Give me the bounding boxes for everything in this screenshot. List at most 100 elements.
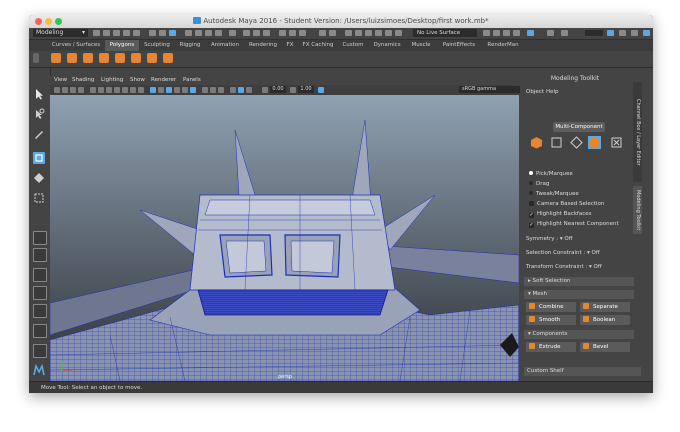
graph-layout-icon[interactable] (33, 304, 47, 318)
poly-plane-icon[interactable] (131, 53, 141, 63)
motion-blur-icon[interactable] (210, 87, 216, 93)
modeling-toolkit-tab[interactable]: Modeling Toolkit (633, 186, 642, 234)
shelf-tab-fx-caching[interactable]: FX Caching (299, 40, 337, 51)
ipr-render-icon[interactable] (289, 30, 296, 36)
gamma-field[interactable]: 1.00 (298, 86, 314, 93)
components-section[interactable]: ▾ Components (524, 330, 634, 339)
tool-settings-icon[interactable] (503, 30, 510, 36)
multi-component-button[interactable]: Multi-Component (553, 122, 605, 132)
custom-shelf-bar[interactable]: Custom Shelf (524, 367, 641, 376)
panel-menu-panels[interactable]: Panels (183, 76, 201, 85)
color-management-icon[interactable] (318, 87, 324, 93)
hypershade-layout-icon[interactable] (33, 344, 47, 358)
modeling-toolkit-icon[interactable] (527, 30, 534, 36)
exposure-field[interactable]: 0.00 (270, 86, 286, 93)
render-frame-icon[interactable] (279, 30, 286, 36)
layout-icon[interactable] (607, 30, 614, 36)
select-component-icon[interactable] (169, 30, 176, 36)
drag-radio[interactable]: Drag (529, 181, 549, 187)
symmetry-icon[interactable] (345, 30, 352, 36)
render-view-icon[interactable] (329, 30, 336, 36)
new-scene-icon[interactable] (103, 30, 110, 36)
toolkit-menu-help[interactable]: Help (546, 89, 559, 95)
shelf-tab-polygons[interactable]: Polygons (105, 40, 139, 51)
menu-set-selector[interactable]: Modeling ▾ (33, 29, 88, 37)
smooth-shade-icon[interactable] (158, 87, 164, 93)
anti-aliasing-icon[interactable] (218, 87, 224, 93)
four-pane-layout-icon[interactable] (33, 248, 47, 262)
uv-mode-icon[interactable] (610, 136, 623, 149)
smooth-button[interactable]: Smooth (526, 315, 576, 325)
exposure-icon[interactable] (262, 87, 268, 93)
redo-icon[interactable] (133, 30, 140, 36)
mesh-section[interactable]: ▾ Mesh (524, 290, 634, 299)
folder-icon[interactable] (93, 30, 100, 36)
render-settings-icon[interactable] (299, 30, 306, 36)
coordinate-field[interactable] (585, 30, 603, 36)
shadows-icon[interactable] (190, 87, 196, 93)
panel-menu-renderer[interactable]: Renderer (151, 76, 176, 85)
reflect-icon[interactable] (365, 30, 372, 36)
symmetry-option[interactable]: Symmetry : ▾ Off (526, 236, 573, 242)
quick-rig-icon[interactable] (547, 30, 554, 36)
xray-joints-icon[interactable] (246, 87, 252, 93)
shelf-tab-renderman[interactable]: RenderMan (483, 40, 523, 51)
lights-icon[interactable] (182, 87, 188, 93)
camera-attributes-icon[interactable] (62, 87, 68, 93)
image-plane-icon[interactable] (78, 87, 84, 93)
toolkit-menu-object[interactable]: Object (526, 89, 544, 95)
undo-icon[interactable] (123, 30, 130, 36)
sidebar-toggle-icon[interactable] (483, 30, 490, 36)
snap-view-icon[interactable] (215, 30, 222, 36)
hypershade-icon[interactable] (319, 30, 326, 36)
lasso-tool-icon[interactable] (33, 108, 45, 120)
shelf-tab-curves-surfaces[interactable]: Curves / Surfaces (49, 40, 103, 51)
edge-mode-icon[interactable] (570, 136, 583, 149)
highlight-backfaces-checkbox[interactable]: ✓ Highlight Backfaces (529, 211, 592, 218)
shelf-tab-painteffects[interactable]: PaintEffects (437, 40, 481, 51)
panel-menu-show[interactable]: Show (130, 76, 145, 85)
camera-based-selection-checkbox[interactable]: Camera Based Selection (529, 201, 604, 207)
poly-cone-icon[interactable] (99, 53, 109, 63)
select-hierarchy-icon[interactable] (149, 30, 156, 36)
bevel-button[interactable]: Bevel (580, 342, 630, 352)
safe-title-icon[interactable] (138, 87, 144, 93)
history-icon[interactable] (243, 30, 250, 36)
panel-menu-lighting[interactable]: Lighting (101, 76, 123, 85)
workspace-icon[interactable] (643, 30, 650, 36)
snap-curve-icon[interactable] (195, 30, 202, 36)
vertex-mode-icon[interactable] (550, 136, 563, 149)
rotate-tool-icon[interactable] (33, 172, 45, 184)
attribute-editor-icon[interactable] (493, 30, 500, 36)
outliner-layout-icon[interactable] (33, 286, 47, 300)
shelf-tab-custom[interactable]: Custom (339, 40, 367, 51)
select-tool-icon[interactable] (33, 88, 45, 100)
selection-constraint-option[interactable]: Selection Constraint : ▾ Off (526, 250, 600, 256)
wireframe-on-shaded-icon[interactable] (166, 87, 172, 93)
gamma-icon[interactable] (290, 87, 296, 93)
select-object-icon[interactable] (159, 30, 166, 36)
camera-select-icon[interactable] (54, 87, 60, 93)
object-mode-icon[interactable] (530, 136, 543, 149)
shelf-tab-sculpting[interactable]: Sculpting (141, 40, 173, 51)
face-mode-icon[interactable] (588, 136, 601, 149)
extrude-button[interactable]: Extrude (526, 342, 576, 352)
shelf-tab-fx[interactable]: FX (283, 40, 297, 51)
channel-box-tab[interactable]: Channel Box / Layer Editor (633, 82, 642, 182)
shelf-tab-muscle[interactable]: Muscle (407, 40, 435, 51)
soft-selection-section[interactable]: ▸ Soft Selection (524, 277, 634, 286)
magnet-icon[interactable] (375, 30, 382, 36)
shelf-tab-animation[interactable]: Animation (207, 40, 243, 51)
transform-constraint-option[interactable]: Transform Constraint : ▾ Off (526, 264, 602, 270)
two-pane-layout-icon[interactable] (33, 268, 47, 282)
construction-history-icon[interactable] (263, 30, 270, 36)
safe-action-icon[interactable] (130, 87, 136, 93)
persp-outliner-layout-icon[interactable] (33, 324, 47, 338)
paint-select-tool-icon[interactable] (33, 128, 45, 140)
poly-sphere-icon[interactable] (51, 53, 61, 63)
film-gate-icon[interactable] (98, 87, 104, 93)
snap-point-icon[interactable] (205, 30, 212, 36)
combine-button[interactable]: Combine (526, 302, 576, 312)
snap-surface-icon[interactable] (229, 30, 236, 36)
poly-disc-icon[interactable] (147, 53, 157, 63)
